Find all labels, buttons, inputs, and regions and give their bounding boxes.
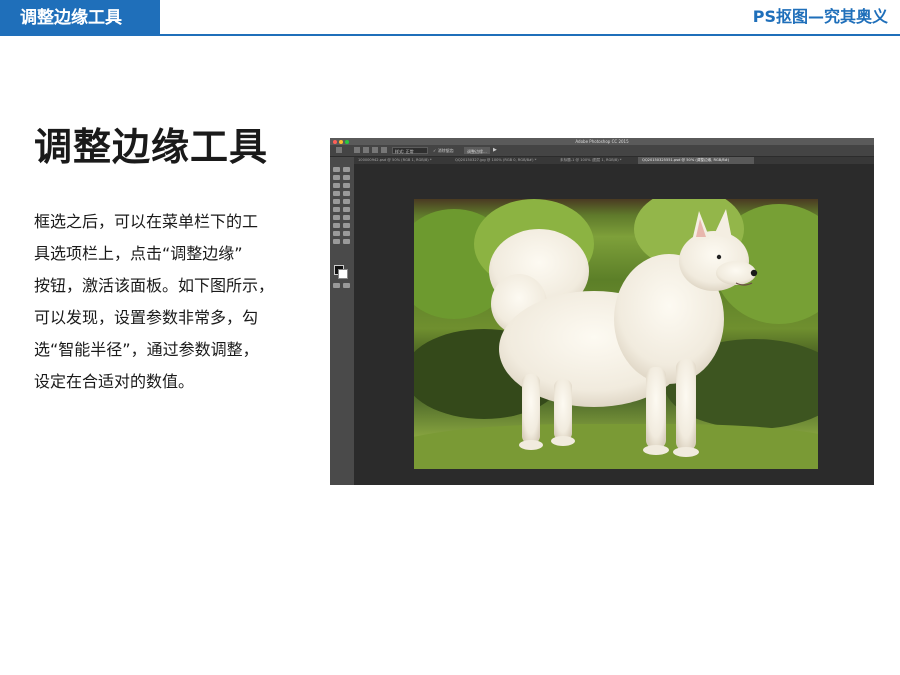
- samoyed-dog-image: [489, 209, 758, 457]
- zoom-tool-icon[interactable]: [343, 239, 350, 244]
- description-paragraph: 框选之后，可以在菜单栏下的工 具选项栏上，点击“调整边缘” 按钮，激活该面板。如…: [34, 206, 284, 398]
- header-divider: [0, 34, 900, 36]
- lasso-tool-icon[interactable]: [333, 175, 340, 180]
- marquee-tool-icon[interactable]: [343, 167, 350, 172]
- healing-brush-icon[interactable]: [333, 191, 340, 196]
- ps-options-bar: 样式: 正常 ✓ 消除锯齿 调整边缘... ▶: [330, 145, 874, 157]
- dodge-tool-icon[interactable]: [343, 215, 350, 220]
- document-tab-active[interactable]: QQ20150325551.psd @ 50% (调整边缘, RGB/8#): [638, 157, 754, 164]
- subtract-selection-icon[interactable]: [372, 147, 378, 153]
- photoshop-screenshot: Adobe Photoshop CC 2015 样式: 正常 ✓ 消除锯齿 调整…: [330, 138, 874, 485]
- dog-photo: [414, 199, 818, 469]
- gradient-tool-icon[interactable]: [343, 207, 350, 212]
- intersect-selection-icon[interactable]: [381, 147, 387, 153]
- paragraph-line: 具选项栏上，点击“调整边缘”: [34, 244, 243, 263]
- paragraph-line: 按钮，激活该面板。如下图所示，: [34, 276, 275, 295]
- document-tab[interactable]: 未标题-1 @ 100% (图层 1, RGB/8) *: [556, 157, 638, 164]
- header-bar: 调整边缘工具 PS抠图—究其奥义: [0, 0, 900, 36]
- shape-tool-icon[interactable]: [343, 231, 350, 236]
- background-color-swatch[interactable]: [338, 269, 348, 279]
- stamp-tool-icon[interactable]: [333, 199, 340, 204]
- paragraph-line: 设定在合适对的数值。: [34, 372, 195, 391]
- pen-tool-icon[interactable]: [333, 223, 340, 228]
- path-select-icon[interactable]: [333, 231, 340, 236]
- new-selection-icon[interactable]: [354, 147, 360, 153]
- ps-titlebar: Adobe Photoshop CC 2015: [330, 138, 874, 145]
- ps-toolbox: [330, 157, 354, 485]
- course-title: PS抠图—究其奥义: [752, 7, 888, 26]
- document-tab[interactable]: QQ20150327.jpg @ 100% (RGB 0, RGB/8#) *: [451, 157, 556, 164]
- type-tool-icon[interactable]: [343, 223, 350, 228]
- ps-document-tabs: 100000942.psd @ 50% (RGB 1, RGB/8) * QQ2…: [354, 157, 874, 164]
- screen-mode-icon[interactable]: [343, 283, 350, 288]
- page-title: 调整边缘工具: [34, 125, 269, 169]
- antialias-checkbox[interactable]: ✓ 消除锯齿: [431, 147, 461, 154]
- move-tool-icon[interactable]: [333, 167, 340, 172]
- eraser-tool-icon[interactable]: [333, 207, 340, 212]
- marquee-tool-icon[interactable]: [336, 147, 342, 153]
- section-tab: 调整边缘工具: [0, 0, 160, 36]
- document-tab[interactable]: 100000942.psd @ 50% (RGB 1, RGB/8) *: [354, 157, 451, 164]
- style-select[interactable]: 样式: 正常: [392, 147, 428, 154]
- refine-edge-button[interactable]: 调整边缘...: [464, 147, 490, 154]
- crop-tool-icon[interactable]: [333, 183, 340, 188]
- history-brush-icon[interactable]: [343, 199, 350, 204]
- play-icon[interactable]: ▶: [493, 147, 497, 154]
- eyedropper-icon[interactable]: [343, 183, 350, 188]
- paragraph-line: 选“智能半径”，通过参数调整，: [34, 340, 259, 359]
- ps-app-title: Adobe Photoshop CC 2015: [575, 139, 629, 144]
- quick-mask-icon[interactable]: [333, 283, 340, 288]
- paragraph-line: 可以发现，设置参数非常多，勾: [34, 308, 259, 327]
- brush-tool-icon[interactable]: [343, 191, 350, 196]
- add-selection-icon[interactable]: [363, 147, 369, 153]
- blur-tool-icon[interactable]: [333, 215, 340, 220]
- hand-tool-icon[interactable]: [333, 239, 340, 244]
- paragraph-line: 框选之后，可以在菜单栏下的工: [34, 212, 259, 231]
- quick-select-icon[interactable]: [343, 175, 350, 180]
